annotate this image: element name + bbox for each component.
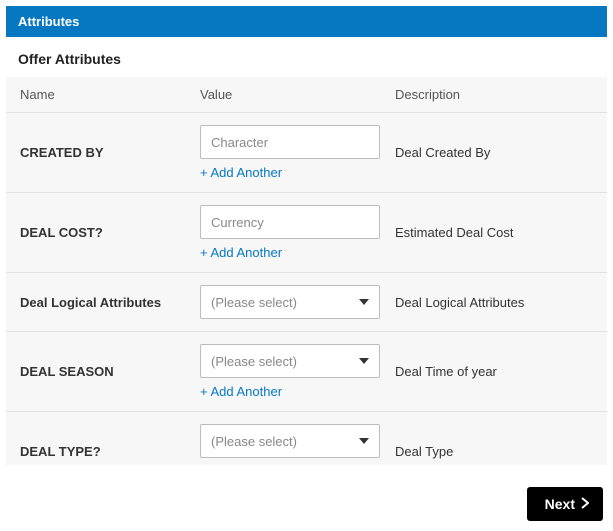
select-input[interactable]: (Please select) [200, 285, 380, 319]
attribute-value-cell: (Please select) + Add Another [200, 424, 395, 465]
attribute-description: Deal Type [395, 444, 593, 459]
next-button-label: Next [545, 496, 575, 512]
panel-header: Attributes [6, 6, 607, 37]
attribute-name: DEAL SEASON [20, 364, 200, 379]
attribute-value-cell: (Please select) + Add Another [200, 344, 395, 399]
next-button[interactable]: Next [527, 487, 603, 521]
chevron-down-icon [359, 358, 369, 364]
chevron-down-icon [359, 299, 369, 305]
select-placeholder: (Please select) [211, 434, 297, 449]
table-row: Deal Logical Attributes (Please select) De… [6, 273, 607, 332]
column-header-name: Name [20, 87, 200, 102]
attribute-name: Deal Logical Attributes [20, 295, 200, 310]
attribute-name: DEAL COST? [20, 225, 200, 240]
table-row: DEAL SEASON (Please select) + Add Another D… [6, 332, 607, 412]
attribute-value-cell: + Add Another [200, 125, 395, 180]
chevron-right-icon [581, 496, 589, 512]
section-title: Offer Attributes [6, 37, 607, 77]
attribute-description: Deal Logical Attributes [395, 295, 593, 310]
text-input[interactable] [200, 205, 380, 239]
column-header-description: Description [395, 87, 593, 102]
select-placeholder: (Please select) [211, 354, 297, 369]
attribute-name: CREATED BY [20, 145, 200, 160]
attribute-name: DEAL TYPE? [20, 444, 200, 459]
add-another-link[interactable]: + Add Another [200, 384, 282, 399]
attribute-description: Estimated Deal Cost [395, 225, 593, 240]
text-input[interactable] [200, 125, 380, 159]
select-placeholder: (Please select) [211, 295, 297, 310]
table-row: DEAL COST?+ Add Another Estimated Deal Co… [6, 193, 607, 273]
select-input[interactable]: (Please select) [200, 424, 380, 458]
chevron-down-icon [359, 438, 369, 444]
table-header-row: Name Value Description [6, 77, 607, 113]
attribute-description: Deal Created By [395, 145, 593, 160]
table-row: CREATED BY+ Add Another Deal Created By [6, 113, 607, 193]
attribute-value-cell: (Please select) [200, 285, 395, 319]
add-another-link[interactable]: + Add Another [200, 245, 282, 260]
column-header-value: Value [200, 87, 395, 102]
attributes-table: Name Value Description CREATED BY+ Add A… [6, 77, 607, 465]
add-another-link[interactable]: + Add Another [200, 464, 282, 465]
table-row: DEAL TYPE? (Please select) + Add Another De… [6, 412, 607, 465]
attribute-value-cell: + Add Another [200, 205, 395, 260]
attribute-description: Deal Time of year [395, 364, 593, 379]
select-input[interactable]: (Please select) [200, 344, 380, 378]
add-another-link[interactable]: + Add Another [200, 165, 282, 180]
